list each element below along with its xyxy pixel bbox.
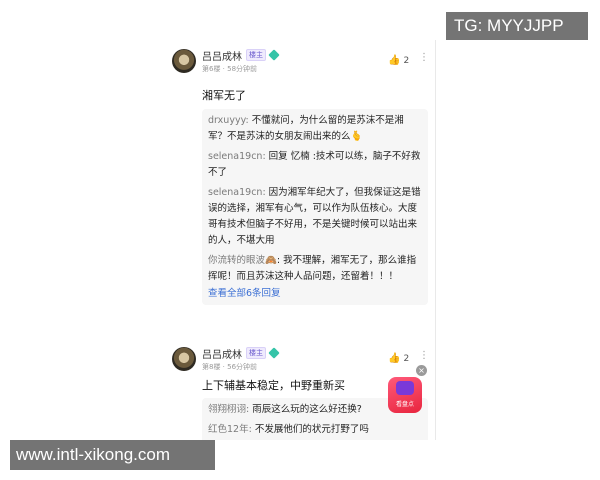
reply-item[interactable]: selena19cn: 因为湘军年纪大了，但我保证这是错误的选择，湘军有心气，可…	[208, 185, 422, 249]
app-icon	[396, 381, 414, 395]
thumb-up-icon: 👍	[388, 55, 401, 66]
emoji: 🙈	[265, 255, 277, 266]
reply-user[interactable]: selena19cn:	[208, 151, 266, 162]
reply-user[interactable]: selena19cn:	[208, 187, 266, 198]
comment-text: 湘军无了	[202, 89, 246, 102]
like-button[interactable]: 👍 2	[388, 353, 409, 364]
author-name[interactable]: 吕吕成林	[202, 48, 242, 63]
author-name[interactable]: 吕吕成林	[202, 346, 242, 361]
like-count: 2	[403, 353, 410, 364]
reply-item[interactable]: drxuyyy: 不懂就问，为什么留的是苏沫不是湘军？不是苏沫的女朋友闹出来的么…	[208, 113, 422, 145]
like-count: 2	[403, 55, 410, 66]
emoji: 🫰	[350, 131, 363, 142]
op-badge: 楼主	[246, 347, 266, 359]
reply-item[interactable]: selena19cn: 回复 忆楠 :技术可以练，脑子不好救不了	[208, 149, 422, 181]
floating-app-widget[interactable]: 看盘点 ×	[388, 365, 427, 413]
avatar[interactable]	[172, 347, 196, 371]
reply-text: 雨辰这么玩的这么好还换?	[249, 404, 362, 415]
reply-user[interactable]: 你流转的眼波	[208, 255, 265, 266]
reply-user[interactable]: 红色12年:	[208, 424, 252, 435]
reply-user[interactable]: 翎翔栩诩:	[208, 404, 249, 415]
comment-item: 吕吕成林 楼主 第6楼 · 58分钟前 👍 2 ⋮ 湘军无了 drxuyyy: …	[160, 47, 435, 337]
like-button[interactable]: 👍 2	[388, 55, 409, 66]
op-badge: 楼主	[246, 49, 266, 61]
avatar[interactable]	[172, 49, 196, 73]
watermark-bottom: www.intl-xikong.com	[10, 440, 215, 470]
reply-text: 不发展他们的状元打野了吗	[251, 424, 369, 435]
reply-user[interactable]: drxuyyy:	[208, 115, 249, 126]
reply-item[interactable]: 红色12年: 不发展他们的状元打野了吗	[208, 422, 422, 438]
more-vertical-icon[interactable]: ⋮	[419, 351, 429, 361]
view-all-replies-link[interactable]: 查看全部6条回复	[208, 287, 422, 301]
author-row: 吕吕成林 楼主	[202, 346, 280, 361]
floor-time: 第6楼 · 58分钟前	[202, 65, 258, 73]
diamond-icon	[268, 347, 280, 359]
reply-box: drxuyyy: 不懂就问，为什么留的是苏沫不是湘军？不是苏沫的女朋友闹出来的么…	[202, 109, 428, 305]
comment-text: 上下辅基本稳定，中野重新买	[202, 379, 345, 392]
floor-time: 第8楼 · 56分钟前	[202, 363, 258, 371]
author-row: 吕吕成林 楼主	[202, 48, 280, 63]
thumb-up-icon: 👍	[388, 353, 401, 364]
close-icon[interactable]: ×	[416, 365, 427, 376]
more-vertical-icon[interactable]: ⋮	[419, 53, 429, 63]
reply-item[interactable]: 你流转的眼波🙈: 我不理解，湘军无了，那么谁指挥呢！而且苏沫这种人品问题，还留着…	[208, 253, 422, 285]
app-label: 看盘点	[395, 401, 414, 408]
diamond-icon	[268, 49, 280, 61]
watermark-top: TG: MYYJJPP	[446, 12, 588, 40]
